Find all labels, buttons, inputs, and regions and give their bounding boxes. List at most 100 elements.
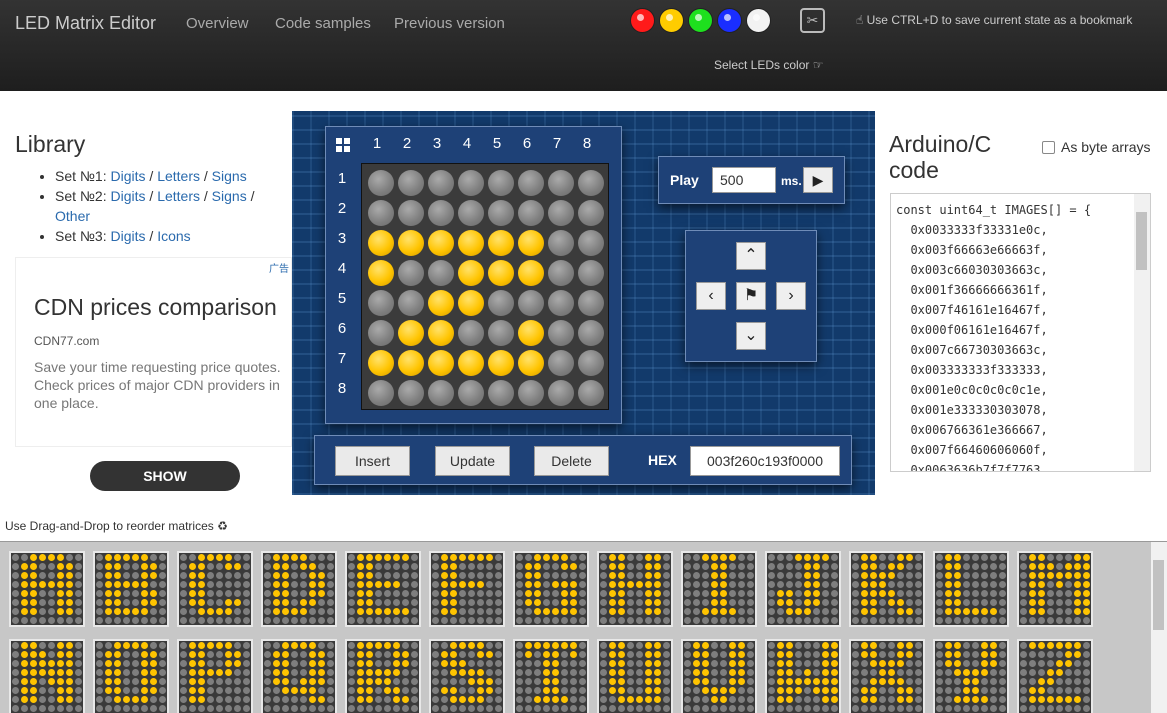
led-cell[interactable]	[488, 290, 514, 316]
led-cell[interactable]	[368, 290, 394, 316]
matrix-thumbnail-e[interactable]	[345, 551, 421, 627]
led-cell[interactable]	[458, 200, 484, 226]
led-cell[interactable]	[488, 230, 514, 256]
shift-up-button[interactable]: ⌃	[736, 242, 766, 270]
led-cell[interactable]	[518, 260, 544, 286]
color-red-button[interactable]	[630, 8, 655, 33]
led-cell[interactable]	[488, 170, 514, 196]
led-cell[interactable]	[458, 170, 484, 196]
color-blue-button[interactable]	[717, 8, 742, 33]
led-cell[interactable]	[548, 380, 574, 406]
led-cell[interactable]	[428, 290, 454, 316]
delete-button[interactable]: Delete	[534, 446, 609, 476]
library-link-icons[interactable]: Icons	[157, 228, 190, 244]
led-cell[interactable]	[578, 380, 604, 406]
column-number[interactable]: 6	[512, 135, 542, 152]
led-cell[interactable]	[368, 200, 394, 226]
led-cell[interactable]	[548, 170, 574, 196]
matrix-thumbnail-g[interactable]	[513, 551, 589, 627]
byte-arrays-checkbox[interactable]	[1042, 140, 1055, 154]
led-cell[interactable]	[578, 290, 604, 316]
matrix-thumbnail-b[interactable]	[93, 551, 169, 627]
code-output[interactable]: const uint64_t IMAGES[] = { 0x0033333f33…	[890, 193, 1151, 472]
shift-down-button[interactable]: ⌄	[736, 322, 766, 350]
strip-scrollbar[interactable]	[1151, 542, 1167, 713]
ad-marker[interactable]: 广告	[269, 260, 289, 275]
invert-button[interactable]: ⚑	[736, 282, 766, 310]
led-cell[interactable]	[518, 380, 544, 406]
matrix-thumbnail-o[interactable]	[93, 639, 169, 713]
column-number[interactable]: 8	[572, 135, 602, 152]
color-yellow-button[interactable]	[659, 8, 684, 33]
hex-input[interactable]: 003f260c193f0000	[690, 446, 840, 476]
led-cell[interactable]	[428, 350, 454, 376]
column-number[interactable]: 4	[452, 135, 482, 152]
matrix-thumbnail-t[interactable]	[513, 639, 589, 713]
led-cell[interactable]	[548, 260, 574, 286]
led-cell[interactable]	[398, 380, 424, 406]
library-link-digits[interactable]: Digits	[111, 168, 146, 184]
library-link-signs[interactable]: Signs	[212, 188, 247, 204]
matrix-thumbnail-d[interactable]	[261, 551, 337, 627]
led-cell[interactable]	[368, 320, 394, 346]
led-cell[interactable]	[488, 380, 514, 406]
led-cell[interactable]	[518, 350, 544, 376]
led-matrix[interactable]	[361, 163, 609, 410]
led-cell[interactable]	[398, 200, 424, 226]
led-cell[interactable]	[578, 350, 604, 376]
matrix-thumbnail-v[interactable]	[681, 639, 757, 713]
ad-title[interactable]: CDN prices comparison	[34, 294, 277, 321]
row-number[interactable]: 2	[332, 200, 352, 217]
shift-right-button[interactable]: ›	[776, 282, 806, 310]
row-number[interactable]: 5	[332, 290, 352, 307]
matrix-thumbnail-q[interactable]	[261, 639, 337, 713]
matrix-thumbnail-r[interactable]	[345, 639, 421, 713]
matrix-thumbnail-i[interactable]	[681, 551, 757, 627]
led-cell[interactable]	[398, 170, 424, 196]
matrix-thumbnail-m[interactable]	[1017, 551, 1093, 627]
matrix-thumbnail-z[interactable]	[1017, 639, 1093, 713]
matrix-thumbnail-f[interactable]	[429, 551, 505, 627]
led-cell[interactable]	[398, 350, 424, 376]
led-cell[interactable]	[368, 230, 394, 256]
nav-previous-version[interactable]: Previous version	[394, 15, 505, 32]
led-cell[interactable]	[458, 350, 484, 376]
led-cell[interactable]	[458, 320, 484, 346]
ad-block[interactable]: 广告 CDN prices comparison CDN77.com Save …	[15, 257, 292, 447]
led-cell[interactable]	[398, 320, 424, 346]
library-link-other[interactable]: Other	[55, 208, 90, 224]
grid-toggle-icon[interactable]	[336, 138, 350, 152]
led-cell[interactable]	[368, 350, 394, 376]
led-cell[interactable]	[488, 260, 514, 286]
led-cell[interactable]	[428, 200, 454, 226]
led-cell[interactable]	[578, 260, 604, 286]
led-cell[interactable]	[578, 200, 604, 226]
color-white-button[interactable]	[746, 8, 771, 33]
led-cell[interactable]	[398, 230, 424, 256]
library-link-digits[interactable]: Digits	[111, 228, 146, 244]
nav-code-samples[interactable]: Code samples	[275, 15, 371, 32]
color-green-button[interactable]	[688, 8, 713, 33]
column-number[interactable]: 7	[542, 135, 572, 152]
led-cell[interactable]	[458, 290, 484, 316]
column-number[interactable]: 2	[392, 135, 422, 152]
led-cell[interactable]	[458, 230, 484, 256]
led-cell[interactable]	[548, 290, 574, 316]
nav-overview[interactable]: Overview	[186, 15, 249, 32]
led-cell[interactable]	[428, 260, 454, 286]
insert-button[interactable]: Insert	[335, 446, 410, 476]
update-button[interactable]: Update	[435, 446, 510, 476]
led-cell[interactable]	[548, 200, 574, 226]
matrix-thumbnail-w[interactable]	[765, 639, 841, 713]
led-cell[interactable]	[578, 230, 604, 256]
matrix-thumbnail-h[interactable]	[597, 551, 673, 627]
led-cell[interactable]	[428, 380, 454, 406]
led-cell[interactable]	[548, 320, 574, 346]
byte-arrays-toggle[interactable]: As byte arrays	[1042, 139, 1150, 155]
led-cell[interactable]	[458, 380, 484, 406]
column-number[interactable]: 1	[362, 135, 392, 152]
led-cell[interactable]	[368, 170, 394, 196]
led-cell[interactable]	[428, 170, 454, 196]
matrix-thumbnail-a[interactable]	[9, 551, 85, 627]
library-link-letters[interactable]: Letters	[157, 168, 200, 184]
